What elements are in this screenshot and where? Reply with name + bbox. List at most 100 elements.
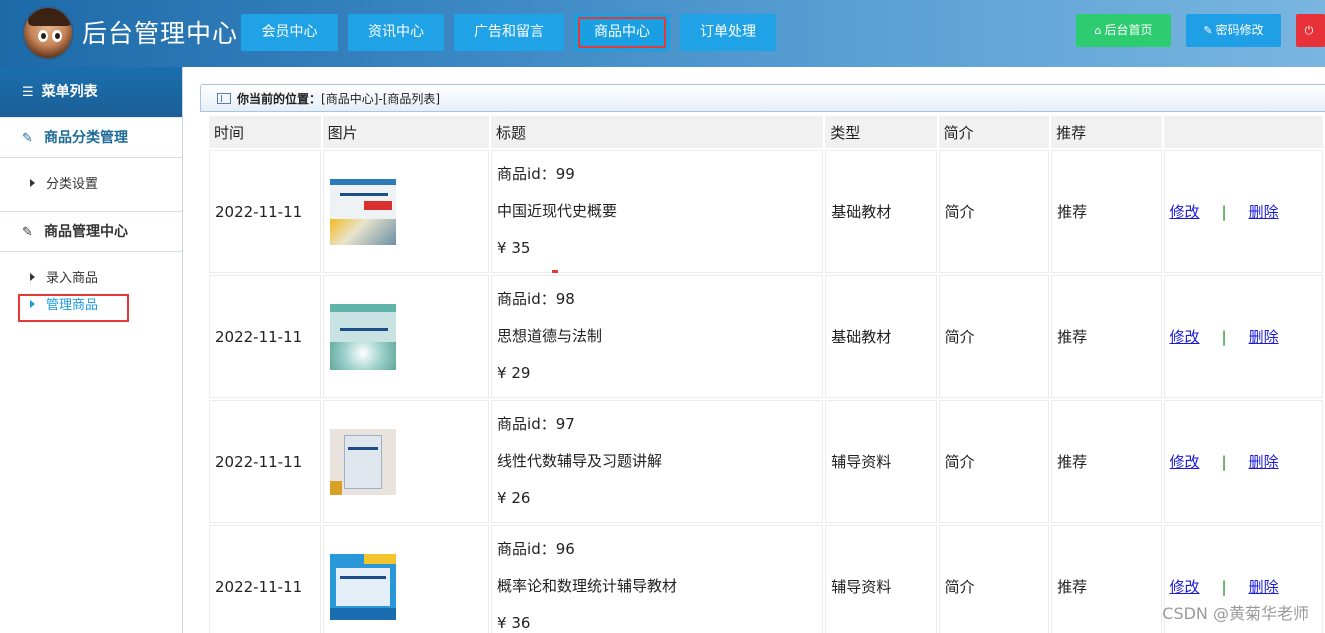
col-image: 图片 — [322, 116, 490, 148]
edit-link[interactable]: 修改 — [1170, 328, 1200, 346]
cell-image — [322, 525, 490, 633]
cell-recommend: 推荐 — [1051, 150, 1162, 273]
edit-icon: ✎ — [22, 131, 33, 146]
cell-image — [322, 275, 490, 398]
watermark: CSDN @黄菊华老师 — [1162, 604, 1309, 623]
delete-link[interactable]: 删除 — [1249, 578, 1279, 596]
top-header: 后台管理中心 会员中心 资讯中心 广告和留言 商品中心 订单处理 ⌂ 后台首页 ✎… — [0, 0, 1325, 67]
cell-title: 商品id：99 中国近现代史概要 ¥ 35 — [491, 150, 824, 273]
product-thumbnail — [329, 178, 396, 245]
delete-link[interactable]: 删除 — [1249, 453, 1279, 471]
cell-actions: 修改 | 删除 — [1163, 150, 1323, 273]
delete-link[interactable]: 删除 — [1249, 328, 1279, 346]
cell-intro: 简介 — [938, 400, 1050, 523]
nav-member-center[interactable]: 会员中心 — [241, 14, 338, 51]
cell-image — [322, 150, 490, 273]
cell-intro: 简介 — [938, 525, 1050, 633]
window-icon — [217, 93, 231, 104]
cell-time: 2022-11-11 — [209, 400, 321, 523]
breadcrumb: 你当前的位置：[商品中心]-[商品列表] — [200, 84, 1325, 112]
nav-news-center[interactable]: 资讯中心 — [348, 14, 444, 51]
avatar — [22, 6, 74, 60]
table-row: 2022-11-11 商品id：99 中国近现代史概要 ¥ 35 基础教材 简介 — [209, 150, 1323, 273]
action-separator: | — [1221, 203, 1227, 221]
edit-icon: ✎ — [22, 225, 33, 240]
logout-button[interactable]: ⏻ — [1296, 14, 1325, 47]
cell-type: 辅导资料 — [825, 525, 937, 633]
edit-link[interactable]: 修改 — [1170, 578, 1200, 596]
product-price: ¥ 36 — [497, 614, 531, 632]
col-type: 类型 — [825, 116, 937, 148]
cell-title: 商品id：96 概率论和数理统计辅导教材 ¥ 36 — [491, 525, 824, 633]
product-id: 商品id：96 — [497, 540, 575, 558]
cell-title: 商品id：97 线性代数辅导及习题讲解 ¥ 26 — [491, 400, 824, 523]
sidebar-item-add-product[interactable]: 录入商品 — [0, 263, 182, 294]
product-price: ¥ 29 — [497, 364, 531, 382]
change-password-button[interactable]: ✎ 密码修改 — [1186, 14, 1281, 47]
cell-actions: 修改 | 删除 — [1163, 275, 1323, 398]
col-time: 时间 — [209, 116, 321, 148]
product-thumbnail — [329, 428, 396, 495]
main-content: 你当前的位置：[商品中心]-[商品列表] 时间 图片 标题 类型 简介 推荐 2… — [200, 84, 1325, 633]
cell-recommend: 推荐 — [1051, 400, 1162, 523]
table-row: 2022-11-11 商品id：96 概率论和数理统计辅导教材 ¥ 36 辅导资… — [209, 525, 1323, 633]
cell-time: 2022-11-11 — [209, 275, 321, 398]
action-separator: | — [1221, 328, 1227, 346]
cell-title: 商品id：98 思想道德与法制 ¥ 29 — [491, 275, 824, 398]
delete-link[interactable]: 删除 — [1249, 203, 1279, 221]
sidebar-section-category[interactable]: ✎ 商品分类管理 — [0, 117, 182, 158]
product-thumbnail — [329, 553, 396, 620]
product-name: 中国近现代史概要 — [497, 202, 618, 220]
admin-home-button[interactable]: ⌂ 后台首页 — [1076, 14, 1171, 47]
sidebar-item-manage-products[interactable]: 管理商品 — [0, 294, 182, 322]
annotation-mark — [552, 270, 558, 273]
cell-recommend: 推荐 — [1051, 525, 1162, 633]
edit-link[interactable]: 修改 — [1170, 453, 1200, 471]
table-row: 2022-11-11 商品id：98 思想道德与法制 ¥ 29 基础教材 简介 … — [209, 275, 1323, 398]
cell-time: 2022-11-11 — [209, 150, 321, 273]
product-id: 商品id：98 — [497, 290, 575, 308]
product-name: 概率论和数理统计辅导教材 — [497, 577, 678, 595]
product-price: ¥ 26 — [497, 489, 531, 507]
caret-right-icon — [30, 273, 35, 281]
table-row: 2022-11-11 商品id：97 线性代数辅导及习题讲解 ¥ 26 辅导资料… — [209, 400, 1323, 523]
sidebar-item-category-settings[interactable]: 分类设置 — [0, 169, 182, 200]
app-title: 后台管理中心 — [82, 19, 239, 48]
table-header-row: 时间 图片 标题 类型 简介 推荐 — [209, 116, 1323, 148]
nav-ads-messages[interactable]: 广告和留言 — [454, 14, 564, 51]
col-intro: 简介 — [938, 116, 1050, 148]
sidebar-header: ☰ 菜单列表 — [0, 67, 182, 117]
nav-order-processing[interactable]: 订单处理 — [680, 14, 776, 51]
list-icon: ☰ — [22, 85, 34, 100]
product-id: 商品id：99 — [497, 165, 575, 183]
col-title: 标题 — [491, 116, 824, 148]
product-price: ¥ 35 — [497, 239, 531, 257]
product-thumbnail — [329, 303, 396, 370]
cell-type: 基础教材 — [825, 275, 937, 398]
sidebar-section-product-management[interactable]: ✎ 商品管理中心 — [0, 211, 182, 252]
nav-product-center[interactable]: 商品中心 — [574, 14, 670, 51]
cell-recommend: 推荐 — [1051, 275, 1162, 398]
action-separator: | — [1221, 578, 1227, 596]
cell-type: 辅导资料 — [825, 400, 937, 523]
cell-actions: 修改 | 删除 — [1163, 400, 1323, 523]
cell-image — [322, 400, 490, 523]
wrench-icon: ✎ — [1203, 24, 1213, 37]
product-name: 思想道德与法制 — [497, 327, 603, 345]
cell-intro: 简介 — [938, 150, 1050, 273]
cell-time: 2022-11-11 — [209, 525, 321, 633]
caret-right-icon — [30, 300, 35, 308]
product-id: 商品id：97 — [497, 415, 575, 433]
sidebar: ☰ 菜单列表 ✎ 商品分类管理 分类设置 ✎ 商品管理中心 录入商品 管理商品 — [0, 67, 183, 633]
col-actions — [1163, 116, 1323, 148]
product-table: 时间 图片 标题 类型 简介 推荐 2022-11-11 商品id：99 中国近… — [207, 114, 1325, 633]
product-name: 线性代数辅导及习题讲解 — [497, 452, 663, 470]
power-icon: ⏻ — [1304, 24, 1314, 37]
edit-link[interactable]: 修改 — [1170, 203, 1200, 221]
cell-intro: 简介 — [938, 275, 1050, 398]
cell-type: 基础教材 — [825, 150, 937, 273]
home-icon: ⌂ — [1094, 24, 1102, 37]
col-recommend: 推荐 — [1051, 116, 1162, 148]
action-separator: | — [1221, 453, 1227, 471]
caret-right-icon — [30, 179, 35, 187]
